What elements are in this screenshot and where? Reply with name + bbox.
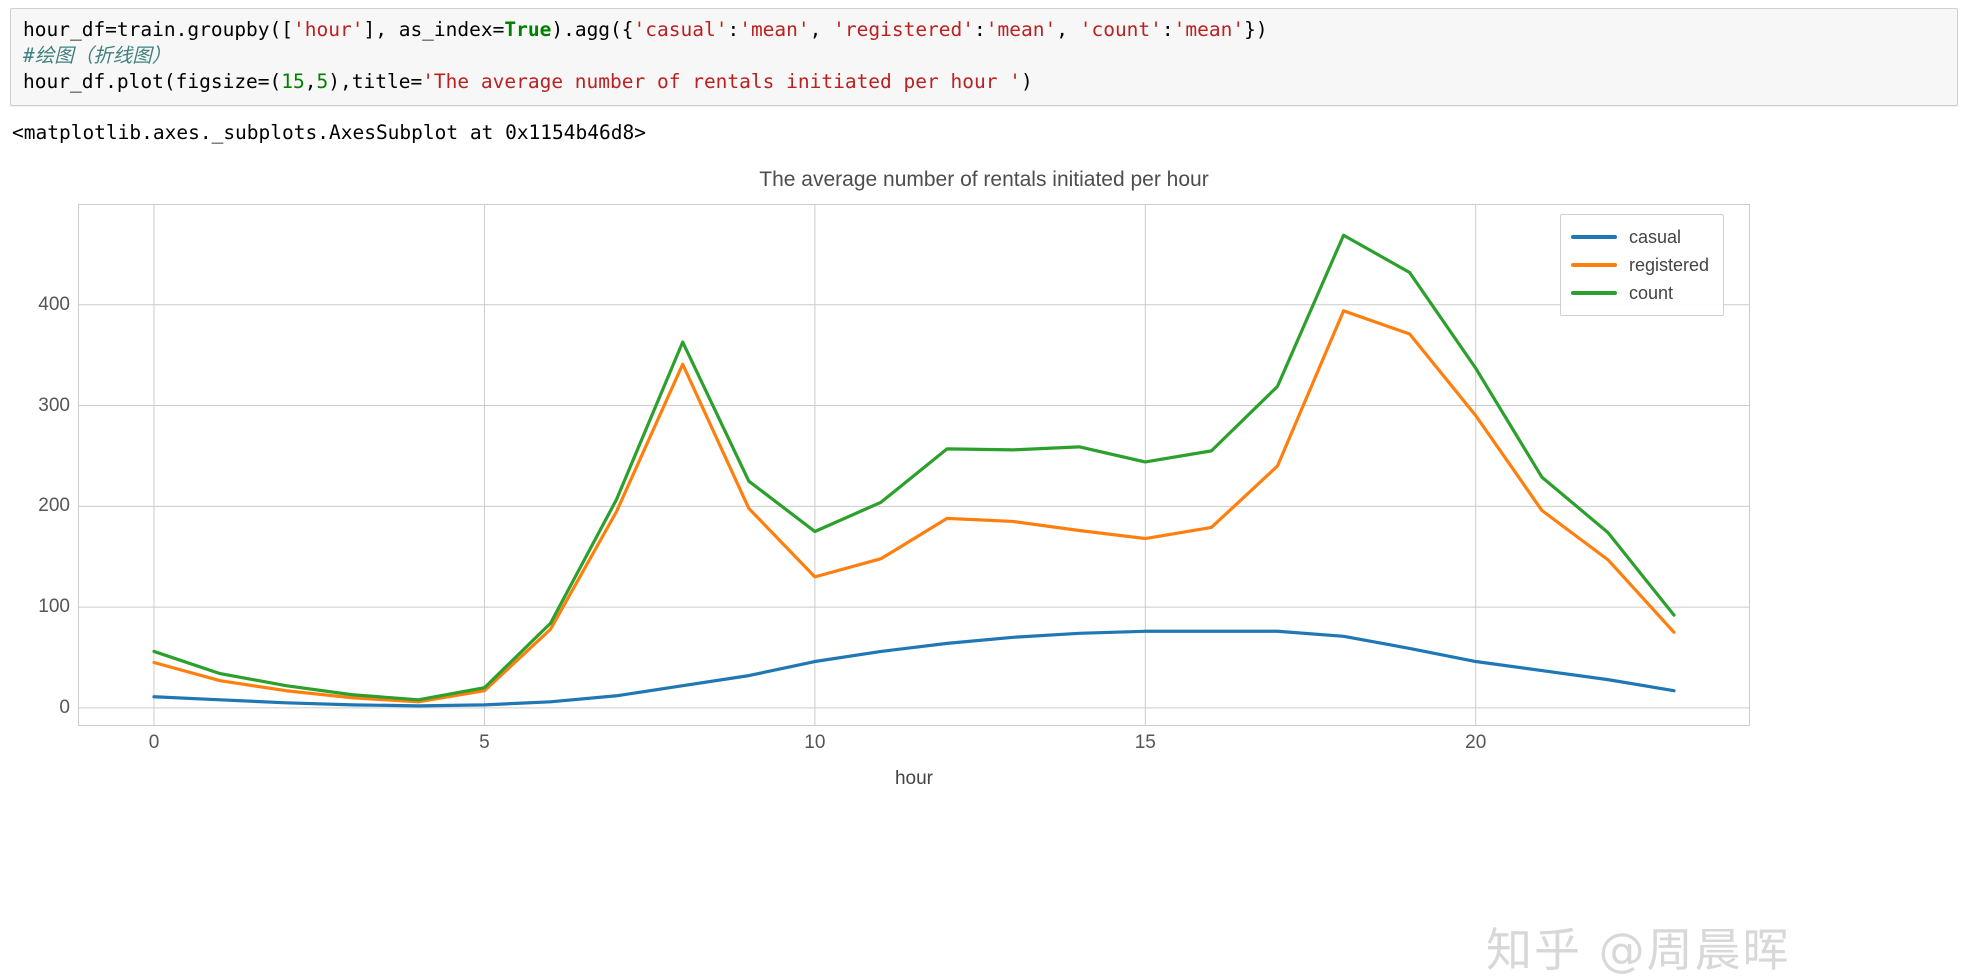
legend-item-count: count bbox=[1571, 279, 1709, 307]
legend-swatch-icon bbox=[1571, 235, 1617, 239]
code-token: True bbox=[504, 18, 551, 41]
code-token: hour_df=train.groupby([ bbox=[23, 18, 293, 41]
code-token: 'mean' bbox=[739, 18, 809, 41]
code-token: 'The average number of rentals initiated… bbox=[422, 70, 1021, 93]
x-tick-label: 0 bbox=[149, 732, 160, 754]
code-token: hour_df.plot(figsize=( bbox=[23, 70, 281, 93]
code-token: 15 bbox=[281, 70, 304, 93]
y-tick-label: 200 bbox=[10, 495, 70, 517]
code-token: : bbox=[1162, 18, 1174, 41]
legend-label: count bbox=[1629, 283, 1673, 304]
legend-item-casual: casual bbox=[1571, 223, 1709, 251]
code-token: 'mean' bbox=[986, 18, 1056, 41]
code-token: 'hour' bbox=[293, 18, 363, 41]
code-token: }) bbox=[1244, 18, 1267, 41]
x-tick-label: 20 bbox=[1465, 732, 1486, 754]
y-tick-label: 0 bbox=[10, 697, 70, 719]
code-token: : bbox=[974, 18, 986, 41]
chart-legend: casual registered count bbox=[1560, 214, 1724, 316]
code-token: 'registered' bbox=[833, 18, 974, 41]
code-line-3: hour_df.plot(figsize=(15,5),title='The a… bbox=[23, 69, 1945, 95]
y-tick-label: 100 bbox=[10, 596, 70, 618]
code-token: 5 bbox=[317, 70, 329, 93]
legend-swatch-icon bbox=[1571, 291, 1617, 295]
x-axis-ticks: 0 5 10 15 20 bbox=[78, 732, 1750, 772]
cell-output-text: <matplotlib.axes._subplots.AxesSubplot a… bbox=[12, 120, 1968, 146]
y-axis-ticks: 0 100 200 300 400 bbox=[0, 204, 70, 726]
x-tick-label: 10 bbox=[804, 732, 825, 754]
code-token: , bbox=[1056, 18, 1079, 41]
series-lines bbox=[154, 235, 1674, 706]
plot-canvas bbox=[78, 204, 1750, 726]
code-token: 'count' bbox=[1080, 18, 1162, 41]
watermark: 知乎 @周晨晖 bbox=[1486, 914, 1791, 980]
y-tick-label: 300 bbox=[10, 395, 70, 417]
x-tick-label: 15 bbox=[1135, 732, 1156, 754]
matplotlib-figure: The average number of rentals initiated … bbox=[0, 156, 1968, 856]
legend-label: registered bbox=[1629, 255, 1709, 276]
code-token: , bbox=[305, 70, 317, 93]
code-line-1: hour_df=train.groupby(['hour'], as_index… bbox=[23, 17, 1945, 43]
code-token: 'casual' bbox=[634, 18, 728, 41]
code-token: , bbox=[810, 18, 833, 41]
notebook-code-cell[interactable]: hour_df=train.groupby(['hour'], as_index… bbox=[10, 8, 1958, 106]
y-tick-label: 400 bbox=[10, 294, 70, 316]
code-token: : bbox=[727, 18, 739, 41]
legend-swatch-icon bbox=[1571, 263, 1617, 267]
series-line-casual bbox=[154, 631, 1674, 706]
code-token: ) bbox=[1021, 70, 1033, 93]
code-token: ], as_index= bbox=[363, 18, 504, 41]
chart-title: The average number of rentals initiated … bbox=[0, 168, 1968, 192]
code-token: ).agg({ bbox=[551, 18, 633, 41]
x-axis-label: hour bbox=[78, 768, 1750, 790]
code-token: #绘图（折线图） bbox=[23, 44, 171, 67]
code-token: ),title= bbox=[328, 70, 422, 93]
code-token: 'mean' bbox=[1174, 18, 1244, 41]
code-line-2: #绘图（折线图） bbox=[23, 43, 1945, 69]
legend-label: casual bbox=[1629, 227, 1681, 248]
x-tick-label: 5 bbox=[479, 732, 490, 754]
legend-item-registered: registered bbox=[1571, 251, 1709, 279]
